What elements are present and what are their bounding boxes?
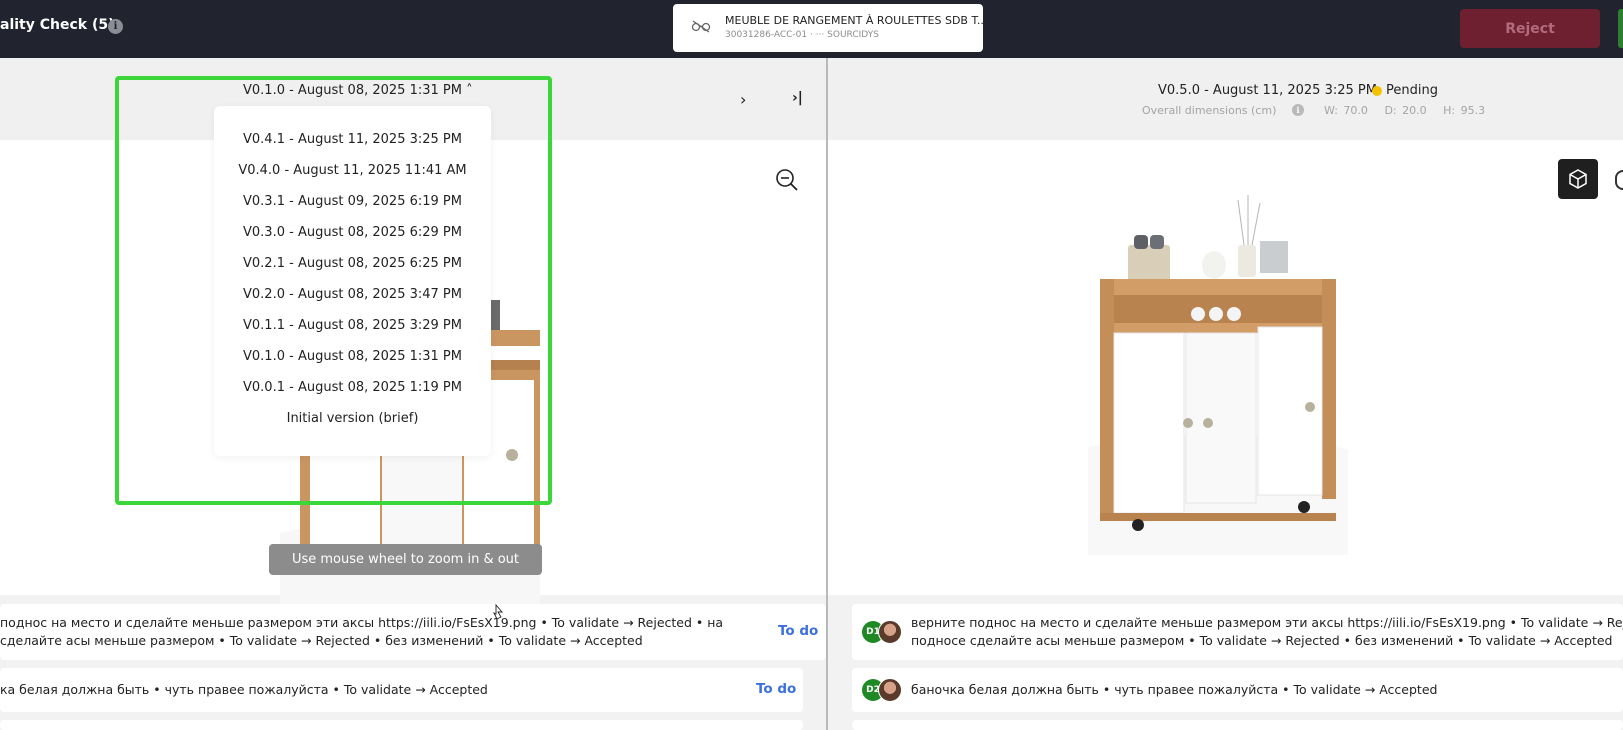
version-option[interactable]: V0.3.0 - August 08, 2025 6:29 PM <box>214 225 491 240</box>
avatar <box>878 678 902 702</box>
version-option[interactable]: V0.2.0 - August 08, 2025 3:47 PM <box>214 287 491 302</box>
comment-row[interactable] <box>0 720 803 730</box>
product-ref: 30031286-ACC-01 · ··· SOURCIDYS <box>725 30 879 40</box>
dimensions-label: Overall dimensions (cm) <box>1142 104 1277 117</box>
comment-text: ка белая должна быть • чуть правее пожал… <box>0 682 488 697</box>
cabinet-model-right <box>1088 195 1348 555</box>
status-badge[interactable]: To do <box>778 623 818 639</box>
version-option[interactable]: V0.4.1 - August 11, 2025 3:25 PM <box>214 132 491 147</box>
version-option-initial[interactable]: Initial version (brief) <box>214 411 491 426</box>
accept-button-edge[interactable] <box>1618 9 1623 48</box>
version-option[interactable]: V0.3.1 - August 09, 2025 6:19 PM <box>214 194 491 209</box>
skip-last-icon[interactable]: ›| <box>792 90 803 106</box>
comment-text: верните поднос на место и сделайте меньш… <box>911 615 1623 630</box>
pending-status-dot <box>1372 86 1382 96</box>
cube-icon <box>1569 169 1587 189</box>
right-version-label: V0.5.0 - August 11, 2025 3:25 PM <box>1158 83 1377 98</box>
3d-view-button[interactable] <box>1558 159 1598 199</box>
comment-row[interactable]: D2 баночка белая должна быть • чуть прав… <box>852 668 1623 712</box>
comment-text: баночка белая должна быть • чуть правее … <box>911 682 1438 697</box>
glasses-icon <box>691 20 711 33</box>
comment-row[interactable] <box>852 720 1623 730</box>
product-name: MEUBLE DE RANGEMENT À ROULETTES SDB T... <box>725 14 988 27</box>
comment-row[interactable]: ка белая должна быть • чуть правее пожал… <box>0 668 803 712</box>
version-option[interactable]: V0.1.0 - August 08, 2025 1:31 PM <box>214 349 491 364</box>
version-option[interactable]: V0.4.0 - August 11, 2025 11:41 AM <box>214 163 491 178</box>
right-version-header <box>828 58 1623 140</box>
status-badge[interactable]: To do <box>756 681 796 697</box>
status-badge: Pending <box>1386 83 1438 98</box>
comment-text: сделайте асы меньше размером • To valida… <box>0 633 643 648</box>
avatar <box>878 620 902 644</box>
version-dropdown: V0.4.1 - August 11, 2025 3:25 PM V0.4.0 … <box>214 106 491 456</box>
zoom-out-icon-right[interactable] <box>1615 170 1623 190</box>
product-card[interactable]: MEUBLE DE RANGEMENT À ROULETTES SDB T...… <box>673 4 987 52</box>
comment-row[interactable]: D1 верните поднос на место и сделайте ме… <box>852 604 1623 660</box>
page-title: ality Check (5) <box>0 17 115 33</box>
info-icon[interactable]: i <box>108 19 123 34</box>
top-header-bar: ality Check (5) i MEUBLE DE RANGEMENT À … <box>0 0 1623 58</box>
dimensions-values: W: 70.0 D: 20.0 H: 95.3 <box>1324 104 1486 117</box>
comment-text: подносе сделайте асы меньше размером • T… <box>911 633 1613 648</box>
reject-button[interactable]: Reject <box>1460 9 1600 48</box>
mouse-cursor-icon <box>493 604 503 620</box>
zoom-out-icon[interactable] <box>775 168 799 192</box>
right-3d-viewer[interactable] <box>828 140 1623 595</box>
comment-row[interactable]: поднос на место и сделайте меньше размер… <box>0 604 826 660</box>
comment-text: поднос на место и сделайте меньше размер… <box>0 615 724 630</box>
zoom-hint: Use mouse wheel to zoom in & out <box>269 544 542 575</box>
chevron-right-icon[interactable]: › <box>740 90 746 109</box>
version-option[interactable]: V0.0.1 - August 08, 2025 1:19 PM <box>214 380 491 395</box>
version-option[interactable]: V0.1.1 - August 08, 2025 3:29 PM <box>214 318 491 333</box>
info-icon[interactable]: i <box>1292 104 1304 116</box>
version-option[interactable]: V0.2.1 - August 08, 2025 6:25 PM <box>214 256 491 271</box>
